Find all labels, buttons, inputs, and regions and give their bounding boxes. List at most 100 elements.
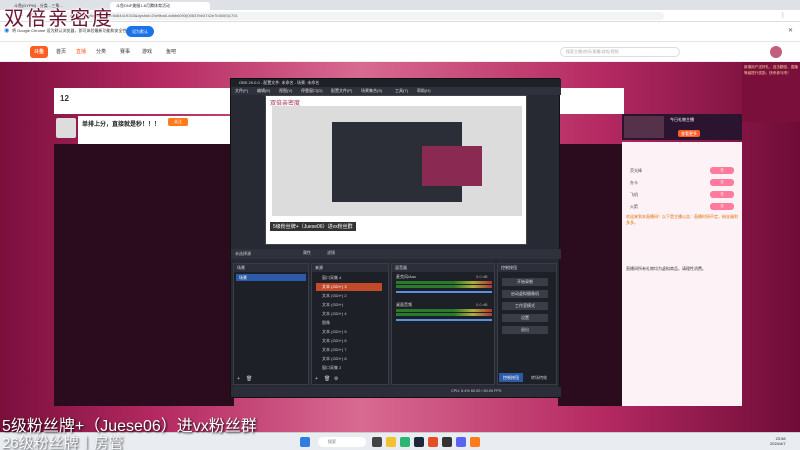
gift-badge[interactable]: 无 xyxy=(710,179,734,186)
rank-more-button[interactable]: 查看更多 xyxy=(678,130,700,137)
app-icon[interactable] xyxy=(456,437,466,447)
menu-icon[interactable]: ⋮ xyxy=(780,12,786,19)
gift-name: 办卡 xyxy=(630,180,638,185)
remove-scene-icon[interactable]: 🗑 xyxy=(246,376,252,382)
gift-badge[interactable]: 无 xyxy=(710,167,734,174)
steam-icon[interactable] xyxy=(414,437,424,447)
mixer-channel: 麦克风/Aux 0.0 dB xyxy=(396,274,492,300)
tab-controls[interactable]: 控制按钮 xyxy=(499,373,523,382)
source-item[interactable]: 文本 (GDI+) 8 xyxy=(316,355,382,363)
remove-source-icon[interactable]: 🗑 xyxy=(324,376,330,382)
avatar[interactable] xyxy=(770,46,782,58)
chat-notice: 欢迎来到本直播间！以下是主播公告：直播时间不定，粉丝福利多多。 xyxy=(626,214,738,225)
menu-docks[interactable]: 停靠窗口(D) xyxy=(301,88,323,94)
follow-button[interactable]: 关注 xyxy=(168,118,188,126)
menu-edit[interactable]: 编辑(E) xyxy=(257,88,270,94)
source-item[interactable]: 文本 (GDI+) 6 xyxy=(316,337,382,345)
browser-tab-active[interactable]: 斗鱼DNF美服1-8月腾体育活动 xyxy=(110,2,210,10)
gift-row: 办卡 无 xyxy=(630,178,738,188)
menu-file[interactable]: 文件(F) xyxy=(235,88,248,94)
right-notice: 新增用户送好礼，连击翻倍，直播等级提升奖励，快来参与吧！ xyxy=(742,62,800,122)
app-icon[interactable] xyxy=(470,437,480,447)
gift-row: 飞机 无 xyxy=(630,190,738,200)
preview-caption: 5级粉丝牌+（Juese06）进vx粉丝群 xyxy=(270,222,356,231)
start-recording-button[interactable]: 开始录制 xyxy=(502,278,548,286)
right-notice-text: 新增用户送好礼，连击翻倍，直播等级提升奖励，快来参与吧！ xyxy=(744,65,798,75)
source-item[interactable]: 文本 (GDI+) 2 xyxy=(316,292,382,300)
nav-category[interactable]: 分类 xyxy=(96,48,106,55)
chrome-taskbar-icon[interactable] xyxy=(428,437,438,447)
address-bar-row: ← → ↻ douyu.com/topic/...?rid=5464419153… xyxy=(0,10,800,22)
scenes-dock: 场景 场景 + 🗑 xyxy=(233,263,309,385)
nav-live[interactable]: 直播 xyxy=(76,48,86,55)
virtual-camera-button[interactable]: 启动虚拟摄像机 xyxy=(502,290,548,298)
scene-item[interactable]: 场景 xyxy=(236,274,306,281)
gift-name: 飞机 xyxy=(630,192,638,197)
exit-button[interactable]: 退出 xyxy=(502,326,548,334)
mixer-channel-name: 桌面音频 xyxy=(396,302,412,307)
streamer-avatar[interactable] xyxy=(56,118,76,138)
source-item[interactable]: 文本 (GDI+) xyxy=(316,301,382,309)
browser-tab-bar: 斗鱼(DYPM) - 分类 - 三角... 斗鱼DNF美服1-8月腾体育活动 xyxy=(0,0,800,10)
app-icon[interactable] xyxy=(400,437,410,447)
studio-mode-button[interactable]: 工作室模式 xyxy=(502,302,548,310)
nav-events[interactable]: 赛事 xyxy=(120,48,130,55)
obs-taskbar-icon[interactable] xyxy=(442,437,452,447)
add-scene-icon[interactable]: + xyxy=(237,376,240,382)
explorer-icon[interactable] xyxy=(386,437,396,447)
volume-slider[interactable] xyxy=(396,319,492,321)
obs-status-bar: CPU: 6.4% 60.00 / 60.00 FPS xyxy=(231,387,561,397)
source-item[interactable]: 文本 (GDI+) 4 xyxy=(316,310,382,318)
close-icon[interactable]: ✕ xyxy=(788,27,793,34)
menu-tools[interactable]: 工具(T) xyxy=(395,88,408,94)
mixer-channel-db: 0.0 dB xyxy=(476,302,488,307)
preview-nested-browser xyxy=(272,106,522,216)
url-field[interactable]: douyu.com/topic/...?rid=5464419153&dyshi… xyxy=(64,12,664,20)
overlay-admin-line: 26级粉丝牌丨房管 xyxy=(2,435,124,450)
source-item[interactable]: 窗口采集 2 xyxy=(316,364,382,372)
volume-slider[interactable] xyxy=(396,291,492,293)
obs-source-toolbar: 未选择源 属性 滤镜 xyxy=(231,249,561,259)
gift-badge[interactable]: 无 xyxy=(710,203,734,210)
menu-view[interactable]: 视图(V) xyxy=(279,88,292,94)
source-item-selected[interactable]: 文本 (GDI+) 3 xyxy=(316,283,382,291)
tab-transitions[interactable]: 转场特效 xyxy=(525,373,553,382)
taskbar-search[interactable]: 搜索 xyxy=(318,437,366,447)
gift-badge[interactable]: 无 xyxy=(710,191,734,198)
preview-nested-obs xyxy=(332,122,482,202)
gear-icon[interactable]: ⚙ xyxy=(334,376,338,382)
gift-name: 荧光棒 xyxy=(630,168,642,173)
obs-title-bar: OBS 29.0.0 - 配置文件: 未命名 - 场景: 未命名 xyxy=(231,79,561,87)
source-item[interactable]: 文本 (GDI+) 5 xyxy=(316,328,382,336)
preview-nested-stream xyxy=(422,146,482,186)
sources-dock-header: 来源 xyxy=(312,264,388,272)
tray-clock[interactable]: 23:58 2024/4/7 xyxy=(770,436,786,446)
start-icon[interactable] xyxy=(300,437,310,447)
gift-row: 火箭 无 xyxy=(630,202,738,212)
add-source-icon[interactable]: + xyxy=(315,376,318,382)
volume-meter xyxy=(396,313,492,316)
stream-video-right xyxy=(558,144,624,406)
site-search-input[interactable]: 搜索主播/房间/直播/游戏/视频 xyxy=(560,47,680,57)
properties-button[interactable]: 属性 xyxy=(303,250,311,256)
nav-home[interactable]: 首页 xyxy=(56,48,66,55)
source-item[interactable]: 窗口采集 4 xyxy=(316,274,382,282)
filters-button[interactable]: 滤镜 xyxy=(327,250,335,256)
menu-scene-collection[interactable]: 场景集合(S) xyxy=(361,88,382,94)
taskview-icon[interactable] xyxy=(372,437,382,447)
room-title: 单排上分，直接就是秒！！！ xyxy=(82,122,161,128)
source-item[interactable]: 图像 xyxy=(316,319,382,327)
menu-help[interactable]: 帮助(H) xyxy=(417,88,431,94)
default-browser-infobar: ◉ 将 Google Chrome 设为默认浏览器，即可体验最新功能和安全性 设… xyxy=(0,22,800,42)
obs-preview[interactable]: 双倍亲密度 5级粉丝牌+（Juese06）进vx粉丝群 xyxy=(265,95,527,245)
chat-system-message: 直播间所有礼物均为虚拟商品，请理性消费。 xyxy=(626,266,706,271)
source-item[interactable]: 文本 (GDI+) 7 xyxy=(316,346,382,354)
menu-profile[interactable]: 配置文件(P) xyxy=(331,88,352,94)
nav-games[interactable]: 游戏 xyxy=(142,48,152,55)
nav-fishbar[interactable]: 鱼吧 xyxy=(166,48,176,55)
controls-dock-header: 控制按钮 xyxy=(498,264,556,272)
site-logo[interactable]: 斗鱼 xyxy=(30,46,48,58)
controls-dock: 控制按钮 开始录制 启动虚拟摄像机 工作室模式 设置 退出 xyxy=(497,263,557,385)
settings-button[interactable]: 设置 xyxy=(502,314,548,322)
set-default-button[interactable]: 设为默认 xyxy=(126,26,154,37)
